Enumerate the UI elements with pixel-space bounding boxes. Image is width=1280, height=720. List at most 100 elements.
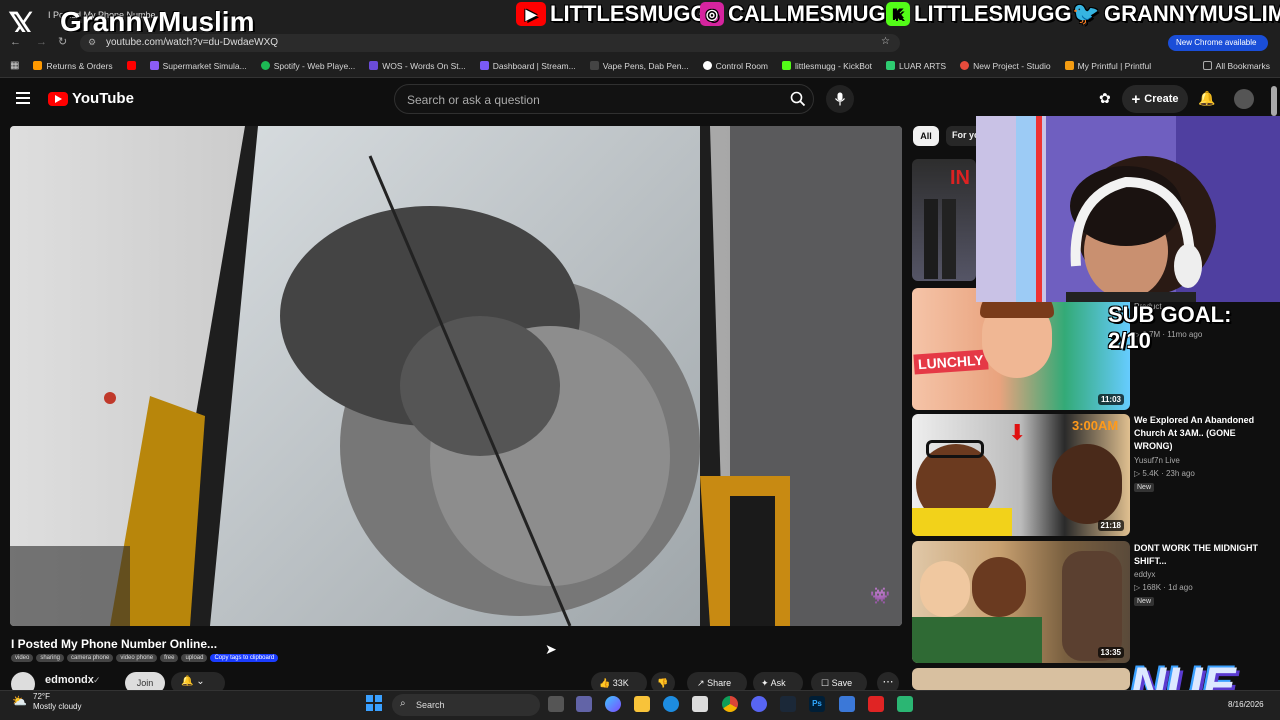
youtube-icon: ▶ — [516, 2, 546, 26]
notepad-icon[interactable] — [839, 696, 855, 712]
weather-temp: 72°F — [33, 692, 50, 701]
weather-icon: ⛅ — [12, 694, 27, 708]
new-badge: New — [1134, 483, 1155, 492]
teams-icon[interactable] — [576, 696, 592, 712]
mouse-cursor-icon: ➤ — [545, 641, 557, 657]
video-thumbnail[interactable]: 3:00AM ⬇ 21:18 — [912, 414, 1130, 536]
video-thumbnail[interactable] — [912, 668, 1130, 690]
video-title[interactable]: DONT WORK THE MIDNIGHT SHIFT... — [1134, 542, 1264, 568]
forward-icon[interactable]: → — [36, 36, 47, 48]
thumbnail-text: 3:00AM — [1072, 418, 1119, 433]
bookmark-item[interactable]: Vape Pens, Dab Pen... — [589, 61, 689, 71]
tag[interactable]: video — [11, 654, 34, 662]
weather-widget[interactable]: 72°F Mostly cloudy — [33, 692, 81, 712]
streaming-app-icon[interactable] — [897, 696, 913, 712]
voice-search-button[interactable] — [826, 85, 854, 113]
site-info-icon[interactable]: ⚙ — [88, 37, 96, 48]
bookmark-item[interactable]: WOS - Words On St... — [369, 61, 466, 71]
bookmark-item[interactable]: littlesmugg - KickBot — [782, 61, 872, 71]
search-button[interactable] — [782, 84, 814, 114]
tag[interactable]: video phone — [116, 654, 158, 662]
edge-icon[interactable] — [663, 696, 679, 712]
bookmark-item[interactable]: Returns & Orders — [33, 61, 113, 71]
copy-tags-button[interactable]: Copy tags to clipboard — [210, 654, 279, 662]
video-title[interactable]: We Explored An Abandoned Church At 3AM..… — [1134, 414, 1264, 453]
search-input[interactable]: Search or ask a question — [394, 84, 814, 114]
save-label: Save — [831, 678, 853, 688]
webcam-frame — [976, 116, 1280, 302]
back-icon[interactable]: ← — [10, 36, 21, 48]
bookmark-item[interactable]: Dashboard | Stream... — [479, 61, 576, 71]
bookmark-item[interactable]: My Printful | Printful — [1064, 61, 1151, 71]
channel-name[interactable]: Yusuf7n Live — [1134, 456, 1180, 465]
video-thumbnail[interactable]: IN — [912, 159, 976, 281]
chrome-icon[interactable] — [722, 696, 738, 712]
tag[interactable]: sharing — [36, 654, 65, 662]
avatar[interactable] — [1234, 89, 1254, 109]
video-thumbnail[interactable]: 13:35 — [912, 541, 1130, 663]
reload-icon[interactable]: ↻ — [58, 35, 67, 48]
studio-icon[interactable]: ✿ — [1099, 90, 1111, 107]
copilot-icon[interactable] — [605, 696, 621, 712]
notifications-bell-icon[interactable]: 🔔 — [1198, 90, 1215, 107]
bookmark-item[interactable] — [126, 61, 136, 70]
logo-text: YouTube — [72, 90, 134, 107]
video-player[interactable] — [10, 126, 902, 626]
url-text: youtube.com/watch?v=du-DwdaeWXQ — [106, 37, 279, 48]
tag[interactable]: upload — [181, 654, 208, 662]
video-duration: 13:35 — [1097, 647, 1124, 658]
apps-grid-icon[interactable]: ▦ — [10, 60, 19, 71]
bookmark-item[interactable]: LUAR ARTS — [886, 61, 946, 71]
discord-icon[interactable] — [751, 696, 767, 712]
tag[interactable]: free — [160, 654, 179, 662]
thumbnail-monster — [1062, 551, 1122, 661]
bookmark-star-icon[interactable]: ☆ — [881, 36, 890, 47]
photoshop-icon[interactable]: Ps — [809, 696, 825, 712]
search-icon: ⌕ — [400, 698, 406, 709]
scrollbar-thumb[interactable] — [1271, 86, 1277, 116]
all-bookmarks-button[interactable]: All Bookmarks — [1202, 61, 1270, 71]
youtube-play-icon — [48, 91, 68, 106]
bookmark-item[interactable]: Supermarket Simula... — [149, 61, 247, 71]
thumbnail-figure — [924, 199, 938, 279]
recommendation-item[interactable]: 13:35 DONT WORK THE MIDNIGHT SHIFT... ed… — [912, 541, 1272, 663]
new-chrome-button[interactable]: New Chrome available — [1168, 35, 1268, 51]
overlay-youtube-handle: ▶ LITTLESMUGG — [516, 0, 708, 28]
store-icon[interactable] — [692, 696, 708, 712]
sub-goal-overlay: SUB GOAL: 2/10 — [1108, 302, 1232, 353]
task-view-icon[interactable] — [548, 696, 564, 712]
thumbnail-face — [972, 557, 1026, 617]
video-thumbnail[interactable]: LUNCHLY 11:03 — [912, 288, 1130, 410]
kick-icon: K — [886, 2, 910, 26]
video-title: I Posted My Phone Number Online... — [11, 637, 218, 651]
youtube-logo[interactable]: YouTube — [48, 90, 134, 107]
bookmark-item[interactable]: New Project - Studio — [960, 61, 1051, 71]
plus-icon: + — [1131, 90, 1141, 108]
tag[interactable]: camera phone — [67, 654, 114, 662]
video-frame — [10, 126, 902, 626]
thumbnail-text: IN — [950, 167, 970, 189]
steam-icon[interactable] — [780, 696, 796, 712]
channel-name[interactable]: edmondx — [45, 674, 94, 686]
windows-start-icon[interactable] — [366, 695, 382, 711]
create-button[interactable]: + Create — [1122, 85, 1188, 113]
video-tags: video sharing camera phone video phone f… — [11, 654, 279, 662]
overlay-twitter-handle: 🐦 GRANNYMUSLIM — [1072, 0, 1280, 28]
video-meta: ▷ 5.4K · 23h ago — [1134, 469, 1195, 478]
bookmark-item[interactable]: Control Room — [702, 61, 768, 71]
hamburger-menu-icon[interactable] — [16, 92, 30, 104]
file-explorer-icon[interactable] — [634, 696, 650, 712]
video-meta: ▷ 168K · 1d ago — [1134, 583, 1193, 592]
social-handle: GRANNYMUSLIM — [1104, 1, 1280, 26]
player-mascot-icon: 👾 — [870, 588, 890, 605]
url-field[interactable]: ⚙ youtube.com/watch?v=du-DwdaeWXQ ☆ — [80, 34, 900, 52]
play-icon: ▷ — [1134, 583, 1141, 592]
chip-all[interactable]: All — [913, 126, 939, 146]
taskbar-search[interactable]: ⌕ Search — [392, 694, 540, 716]
valorant-icon[interactable] — [868, 696, 884, 712]
instagram-icon: ◎ — [700, 2, 724, 26]
channel-name[interactable]: eddyx — [1134, 570, 1155, 579]
taskbar-clock[interactable]: 8/16/2026 — [1228, 700, 1264, 709]
bookmark-item[interactable]: Spotify - Web Playe... — [260, 61, 355, 71]
recommendation-item[interactable]: 3:00AM ⬇ 21:18 We Explored An Abandoned … — [912, 414, 1272, 536]
